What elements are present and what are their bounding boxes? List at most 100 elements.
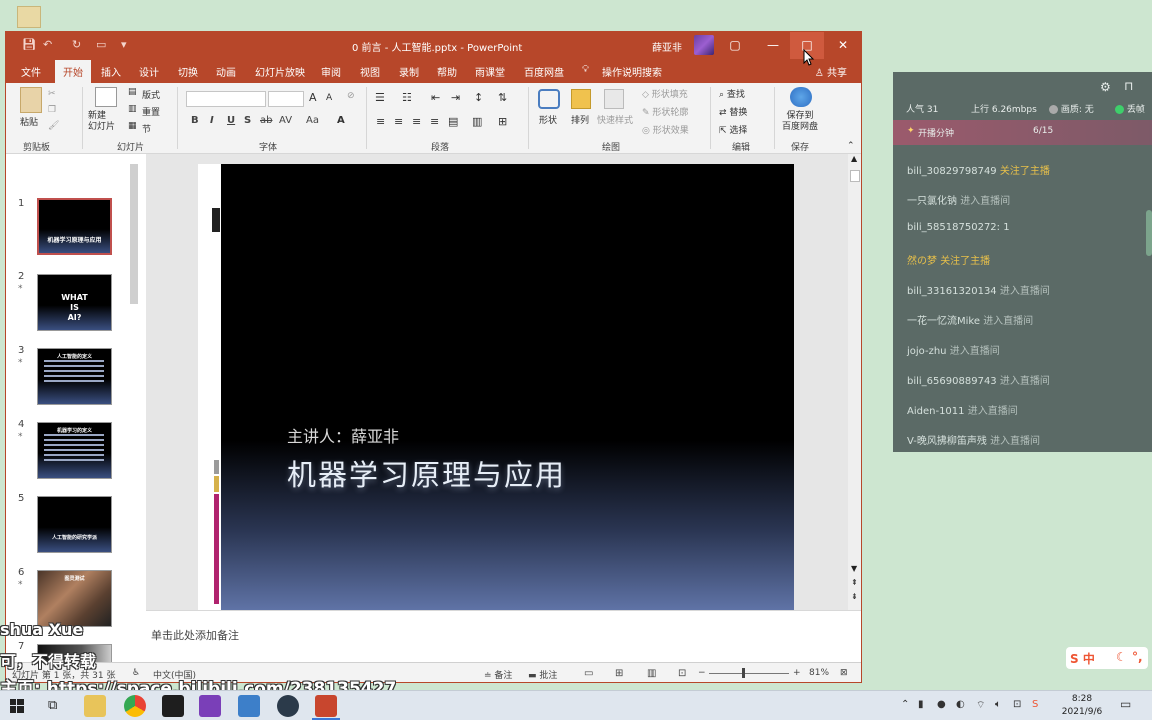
task-view-icon[interactable]: ⧉ [48, 698, 57, 713]
text-direction-icon[interactable]: ⇅ [498, 91, 507, 104]
slide-title[interactable]: 机器学习原理与应用 [287, 452, 566, 494]
system-clock[interactable]: 8:28 2021/9/6 [1056, 693, 1108, 719]
tab-rain-classroom[interactable]: 雨课堂 [475, 64, 505, 79]
share-button[interactable]: ♙ 共享 [815, 64, 847, 79]
present-icon[interactable]: ▭ [96, 38, 106, 51]
format-painter-icon[interactable]: 🖌︎ [48, 121, 59, 131]
thumbnail-slide-5[interactable]: 人工智能的研究学派 [37, 496, 112, 553]
tab-home[interactable]: 开始 [55, 60, 91, 83]
moon-icon[interactable]: ☾ [1116, 650, 1127, 664]
ribbon-display-icon[interactable]: ▢ [718, 32, 752, 59]
chat-scrollbar[interactable] [1146, 210, 1152, 256]
slide-sorter-icon[interactable]: ⊞ [615, 668, 623, 679]
clear-format-icon[interactable]: ⊘ [347, 91, 355, 101]
save-baidu-button[interactable]: 保存到 百度网盘 [782, 111, 818, 133]
chrome-icon[interactable] [124, 695, 146, 717]
new-slide-button[interactable]: 新建 幻灯片 [88, 111, 115, 133]
powerpoint-taskbar-icon[interactable] [315, 695, 337, 717]
tray-app-icon[interactable]: ⊡ [1013, 699, 1021, 710]
shadow-icon[interactable]: S [244, 115, 251, 126]
undo-icon[interactable]: ↶ [43, 38, 52, 51]
shape-effect-button[interactable]: ◎ 形状效果 [642, 123, 689, 136]
baidu-netdisk-icon[interactable] [790, 87, 812, 107]
tab-slideshow[interactable]: 幻灯片放映 [255, 64, 305, 79]
slide-scrollbar[interactable]: ▲ ▼ ⇞ ⇟ [848, 154, 861, 610]
ime-tray-icon[interactable]: S [1032, 699, 1038, 710]
tab-transitions[interactable]: 切换 [178, 64, 198, 79]
zoom-level[interactable]: 81% [809, 668, 829, 678]
align-center-icon[interactable]: ≡ [394, 115, 403, 128]
tab-review[interactable]: 审阅 [321, 64, 341, 79]
save-icon[interactable]: 💾︎ [22, 38, 36, 51]
replace-button[interactable]: ⇄ 替换 [719, 105, 747, 118]
shapes-icon[interactable] [538, 89, 560, 109]
justify-icon[interactable]: ≡ [430, 115, 439, 128]
fit-slide-icon[interactable]: ⊠ [840, 668, 848, 678]
font-shrink-button[interactable]: A [326, 93, 332, 103]
bullets-icon[interactable]: ☰ [375, 91, 385, 104]
prev-slide-icon[interactable]: ⇞ [851, 578, 858, 587]
strikethrough-icon[interactable]: ab [260, 115, 272, 126]
visual-studio-icon[interactable] [199, 695, 221, 717]
find-button[interactable]: ⌕ 查找 [719, 87, 745, 100]
quick-styles-icon[interactable] [604, 89, 624, 109]
tab-record[interactable]: 录制 [399, 64, 419, 79]
tray-app-icon[interactable]: ◐ [956, 699, 965, 710]
customize-qat-icon[interactable]: ▾ [121, 38, 127, 51]
scroll-up-icon[interactable]: ▲ [851, 154, 857, 163]
zoom-in-icon[interactable]: + [793, 668, 801, 678]
normal-view-icon[interactable]: ▭ [584, 668, 593, 679]
zoom-slider[interactable] [709, 673, 789, 674]
thumbnail-slide-3[interactable]: 人工智能的定义 [37, 348, 112, 405]
shape-outline-button[interactable]: ✎ 形状轮廓 [642, 105, 688, 118]
font-size-input[interactable] [268, 91, 304, 107]
tray-app-icon[interactable]: ● [937, 699, 946, 710]
collapse-ribbon-icon[interactable]: ⌃ [847, 141, 855, 151]
select-button[interactable]: ⇱ 选择 [719, 123, 747, 136]
notes-toggle[interactable]: ≐ 备注 [484, 668, 512, 681]
zoom-out-icon[interactable]: − [698, 668, 706, 678]
cut-icon[interactable]: ✂ [48, 89, 56, 99]
align-right-icon[interactable]: ≡ [412, 115, 421, 128]
reading-view-icon[interactable]: ▥ [647, 668, 656, 679]
align-left-icon[interactable]: ≡ [376, 115, 385, 128]
notification-icon[interactable]: ▭ [1120, 697, 1131, 711]
tab-file[interactable]: 文件 [21, 64, 41, 79]
decrease-indent-icon[interactable]: ⇤ [431, 91, 440, 104]
usb-icon[interactable]: ▮ [918, 699, 924, 710]
tab-design[interactable]: 设计 [139, 64, 159, 79]
avatar[interactable] [694, 35, 714, 55]
font-grow-button[interactable]: A [309, 91, 317, 104]
volume-icon[interactable]: 🔈︎ [995, 699, 1001, 710]
shape-fill-button[interactable]: ◇ 形状填充 [642, 87, 688, 100]
zoom-slider-knob[interactable] [742, 668, 745, 678]
windows-start-icon[interactable] [10, 699, 24, 713]
font-color-icon[interactable]: A [337, 115, 345, 126]
layout-button[interactable]: 版式 [142, 88, 160, 101]
section-button[interactable]: 节 [142, 122, 151, 135]
new-slide-icon[interactable] [95, 87, 117, 107]
thumbnail-slide-6[interactable]: 图灵测试 [37, 570, 112, 627]
desktop-folder-icon[interactable] [17, 6, 41, 28]
char-spacing-icon[interactable]: AV [279, 115, 292, 126]
columns-icon[interactable]: ▥ [472, 115, 482, 128]
next-slide-icon[interactable]: ⇟ [851, 592, 858, 601]
tab-insert[interactable]: 插入 [101, 64, 121, 79]
obs-icon[interactable] [277, 695, 299, 717]
terminal-icon[interactable] [162, 695, 184, 717]
distribute-icon[interactable]: ▤ [448, 115, 458, 128]
comments-toggle[interactable]: ▬ 批注 [528, 668, 557, 681]
thumbnail-slide-2[interactable]: WHAT IS AI? [37, 274, 112, 331]
font-name-input[interactable] [186, 91, 266, 107]
notes-pane[interactable]: 单击此处添加备注 [146, 610, 861, 660]
bold-icon[interactable]: B [191, 115, 199, 126]
settings-icon[interactable]: ⚙ [1100, 80, 1111, 94]
current-slide[interactable]: 主讲人：薛亚非 机器学习原理与应用 [198, 164, 794, 610]
lock-icon[interactable]: ⊓ [1124, 79, 1133, 93]
smartart-icon[interactable]: ⊞ [498, 115, 507, 128]
numbering-icon[interactable]: ☷ [402, 91, 412, 104]
minimize-button[interactable]: — [756, 32, 790, 59]
line-spacing-icon[interactable]: ↕ [474, 91, 483, 104]
arrange-icon[interactable] [571, 89, 591, 109]
network-icon[interactable]: ⌔ [976, 699, 985, 712]
